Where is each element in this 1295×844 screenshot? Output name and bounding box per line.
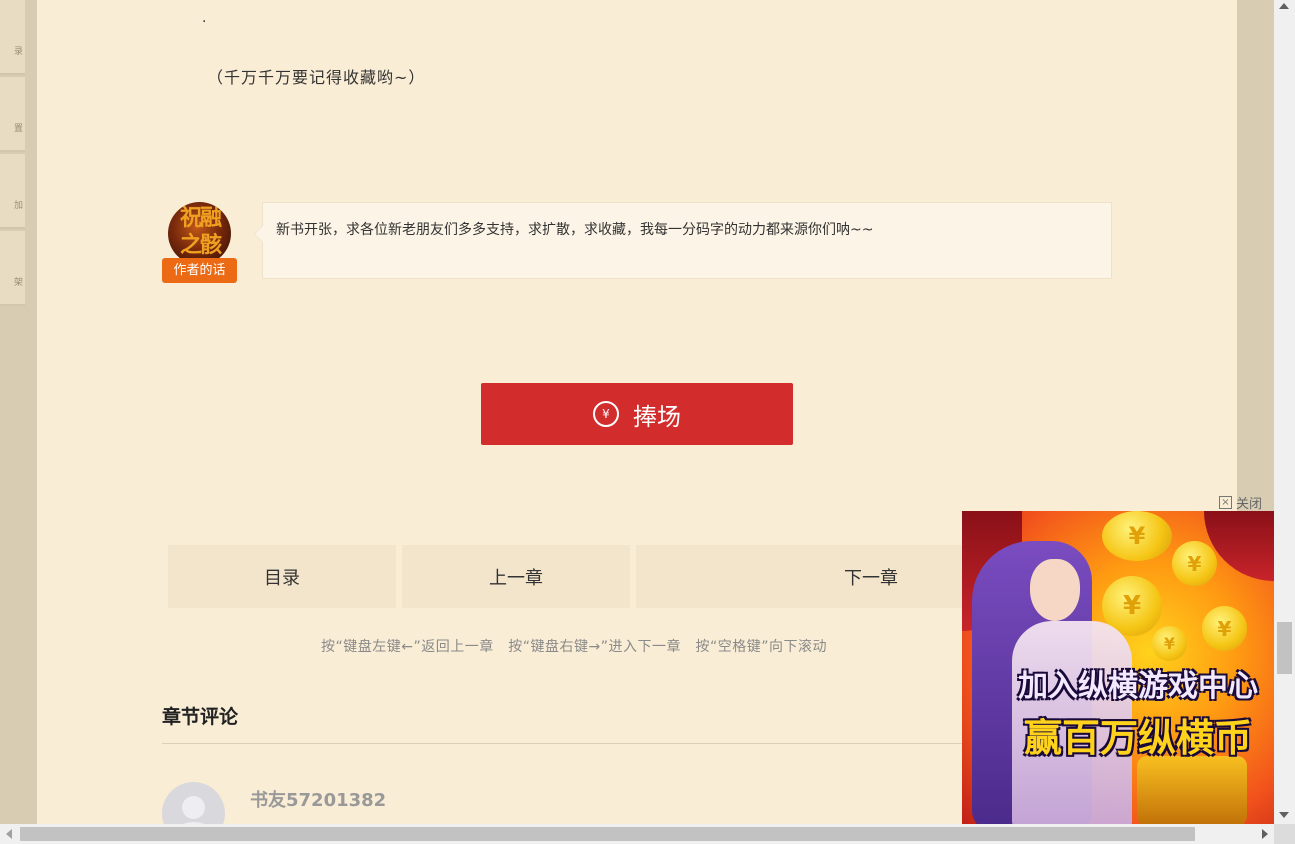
chapter-tail-text: （千万千万要记得收藏哟~） <box>207 68 426 87</box>
vertical-scroll-thumb[interactable] <box>1277 622 1292 674</box>
vertical-scrollbar[interactable] <box>1274 0 1295 824</box>
commenter-name[interactable]: 书友57201382 <box>250 786 386 812</box>
yen-icon: ¥ <box>593 401 619 427</box>
chapter-dot: · <box>202 14 207 30</box>
ad-headline: 加入纵横游戏中心 <box>1018 669 1258 704</box>
ad-close-button[interactable]: × 关闭 <box>1219 493 1262 512</box>
treasure-chest-icon <box>1137 756 1247 824</box>
close-icon: × <box>1219 496 1232 509</box>
default-user-icon-head <box>182 796 205 819</box>
prev-chapter-button[interactable]: 上一章 <box>402 545 630 608</box>
coin-icon: ¥ <box>1152 626 1187 661</box>
ad-character-face <box>1030 559 1080 621</box>
comments-title: 章节评论 <box>162 706 239 728</box>
left-tool-settings[interactable]: 置 <box>0 77 25 152</box>
ad-close-label: 关闭 <box>1236 497 1263 512</box>
ad-subheadline: 赢百万纵横币 <box>1023 716 1252 760</box>
scroll-left-arrow-icon[interactable] <box>6 829 12 839</box>
toc-button[interactable]: 目录 <box>168 545 396 608</box>
left-tool-catalog[interactable]: 录 <box>0 0 25 75</box>
scroll-down-arrow-icon[interactable] <box>1279 812 1289 818</box>
author-note-badge: 作者的话 <box>162 258 237 283</box>
scroll-up-arrow-icon[interactable] <box>1279 3 1289 9</box>
horizontal-scroll-thumb[interactable] <box>20 827 1195 841</box>
coin-icon: ¥ <box>1202 606 1247 651</box>
left-tool-add[interactable]: 加 <box>0 154 25 229</box>
author-avatar-logo: 祝融之骸 <box>179 206 222 258</box>
keyboard-hint: 按“键盘左键←”返回上一章 按“键盘右键→”进入下一章 按“空格键”向下滚动 <box>321 639 827 655</box>
horizontal-scrollbar[interactable] <box>0 824 1274 844</box>
scrollbar-corner <box>1274 824 1295 844</box>
left-tool-glyph: 录 <box>13 47 23 57</box>
support-button-label: 捧场 <box>633 402 681 431</box>
support-button[interactable]: ¥ 捧场 <box>481 383 793 445</box>
scroll-right-arrow-icon[interactable] <box>1262 829 1268 839</box>
left-tool-glyph: 架 <box>13 278 23 288</box>
left-tool-glyph: 加 <box>13 201 23 211</box>
author-note-message: 新书开张，求各位新老朋友们多多支持，求扩散，求收藏，我每一分码字的动力都来源你们… <box>276 222 874 238</box>
coin-icon: ¥ <box>1172 541 1217 586</box>
author-note-bubble: 新书开张，求各位新老朋友们多多支持，求扩散，求收藏，我每一分码字的动力都来源你们… <box>254 202 1112 279</box>
author-avatar[interactable]: 祝融之骸 <box>168 202 231 265</box>
game-ad-banner[interactable]: ¥ ¥ ¥ ¥ ¥ 加入纵横游戏中心 赢百万纵横币 <box>962 511 1274 824</box>
left-tool-bookshelf[interactable]: 架 <box>0 231 25 306</box>
left-tool-glyph: 置 <box>13 124 23 134</box>
left-toolbar: 录 置 加 架 <box>0 0 25 308</box>
